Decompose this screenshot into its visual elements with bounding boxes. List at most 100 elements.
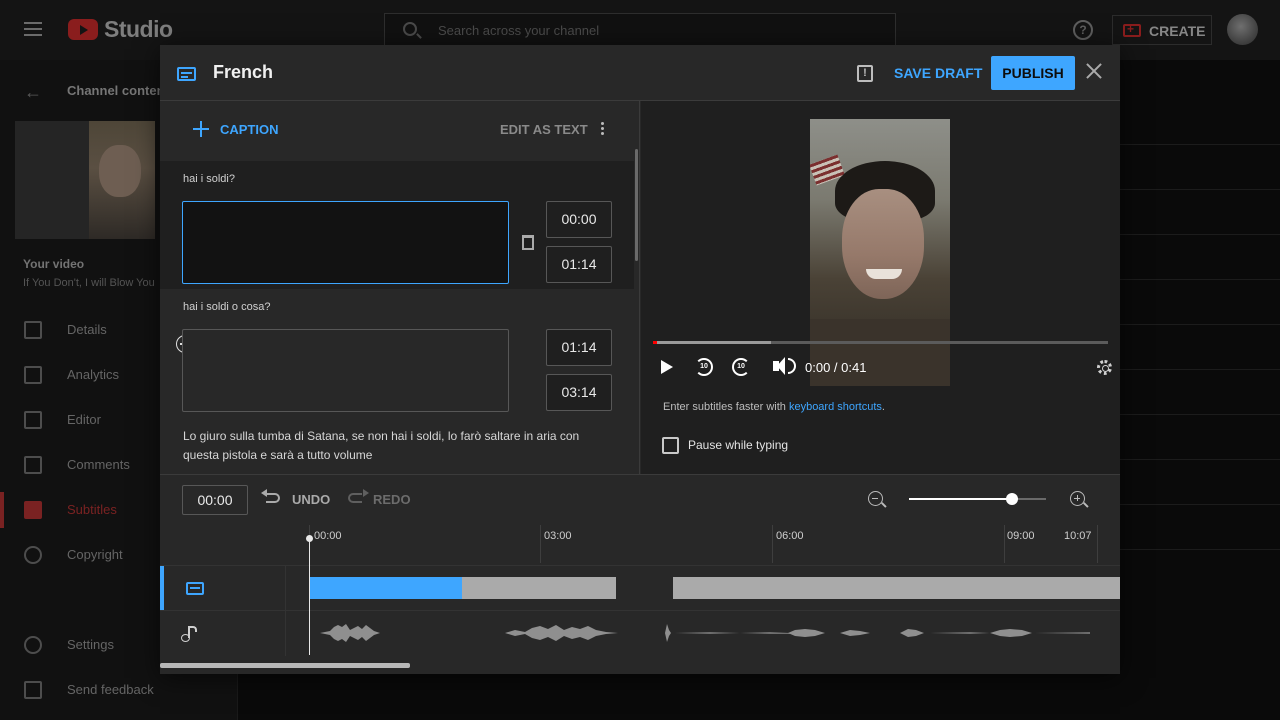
close-icon[interactable] xyxy=(1084,61,1104,81)
background-list-dividers xyxy=(1120,100,1280,700)
report-icon[interactable]: ! xyxy=(857,65,873,82)
music-note-icon xyxy=(181,626,197,642)
editor-scrollbar[interactable] xyxy=(635,149,638,261)
sidebar-item-label: Subtitles xyxy=(67,502,117,517)
publish-button[interactable]: PUBLISH xyxy=(991,56,1075,90)
caption-editor-pane: CAPTION EDIT AS TEXT hai i soldi? 00:00 … xyxy=(160,101,640,474)
sidebar-item-send-feedback[interactable]: Send feedback xyxy=(0,672,238,708)
sidebar-item-label: Settings xyxy=(67,637,114,652)
redo-icon[interactable] xyxy=(348,489,369,503)
sidebar-item-label: Send feedback xyxy=(67,682,154,697)
cue-source-text: hai i soldi? xyxy=(183,173,235,185)
copyright-icon xyxy=(24,546,42,564)
hamburger-menu-icon[interactable] xyxy=(24,22,42,36)
gear-icon xyxy=(24,636,42,654)
studio-logo-text: Studio xyxy=(104,16,173,42)
video-time-display: 0:00 / 0:41 xyxy=(805,360,867,375)
caption-segment[interactable] xyxy=(673,577,1120,599)
editor-icon xyxy=(24,411,42,429)
create-button-label: CREATE xyxy=(1149,23,1206,39)
video-thumbnail[interactable] xyxy=(15,121,155,239)
account-avatar[interactable] xyxy=(1227,14,1258,45)
search-placeholder: Search across your channel xyxy=(438,23,600,38)
cue-end-time[interactable]: 03:14 xyxy=(546,374,612,411)
audio-track xyxy=(160,610,1120,656)
caption-segment[interactable] xyxy=(462,577,616,599)
dialog-title: French xyxy=(213,62,274,82)
caption-timeline: 00:00 UNDO REDO 00:00 03:00 06:00 09:00 … xyxy=(160,474,1120,674)
play-icon[interactable] xyxy=(661,360,673,374)
sidebar-item-label: Copyright xyxy=(67,547,123,562)
timeline-tick-label: 03:00 xyxy=(544,530,572,542)
audio-waveform xyxy=(320,624,1090,642)
video-progress-bar[interactable] xyxy=(653,341,1108,344)
cue-text-input[interactable] xyxy=(182,329,509,412)
zoom-slider-handle[interactable] xyxy=(1005,493,1018,505)
sidebar-item-label: Comments xyxy=(67,457,130,472)
keyboard-shortcuts-link[interactable]: keyboard shortcuts xyxy=(789,401,882,413)
timeline-scrollbar[interactable] xyxy=(160,663,410,668)
pencil-icon xyxy=(24,321,42,339)
video-camera-icon xyxy=(1123,22,1141,37)
cue-source-text: hai i soldi o cosa? xyxy=(183,301,271,313)
edit-as-text-button[interactable]: EDIT AS TEXT xyxy=(500,122,588,137)
zoom-out-icon[interactable] xyxy=(868,491,883,506)
add-icon[interactable] xyxy=(193,121,209,137)
comments-icon xyxy=(24,456,42,474)
caption-segment[interactable] xyxy=(310,577,462,599)
pause-while-typing-checkbox[interactable] xyxy=(662,437,679,454)
shortcut-hint: Enter subtitles faster with keyboard sho… xyxy=(663,401,885,413)
save-draft-button[interactable]: SAVE DRAFT xyxy=(894,65,982,81)
caption-cue: hai i soldi o cosa? 01:14 03:14 xyxy=(160,289,634,424)
subtitles-icon xyxy=(24,501,42,519)
your-video-heading: Your video xyxy=(23,257,85,271)
shortcut-hint-prefix: Enter subtitles faster with xyxy=(663,401,789,413)
subtitles-icon xyxy=(186,582,204,595)
cue-source-text: Lo giuro sulla tumba di Satana, se non h… xyxy=(183,429,580,462)
cue-text-input[interactable] xyxy=(182,201,509,284)
cue-start-time[interactable]: 00:00 xyxy=(546,201,612,238)
timeline-ruler: 00:00 03:00 06:00 09:00 10:07 xyxy=(160,525,1120,565)
search-icon xyxy=(403,22,417,36)
pause-while-typing-label[interactable]: Pause while typing xyxy=(688,438,788,452)
zoom-slider-fill xyxy=(909,498,1012,500)
help-icon[interactable]: ? xyxy=(1073,20,1093,40)
sidebar-item-label: Editor xyxy=(67,412,101,427)
zoom-slider[interactable] xyxy=(909,493,1046,505)
sidebar-item-label: Details xyxy=(67,322,107,337)
video-player[interactable]: 10 10 0:00 / 0:41 xyxy=(641,101,1120,386)
cue-start-time[interactable]: 01:14 xyxy=(546,329,612,366)
gear-icon[interactable] xyxy=(1097,360,1112,375)
undo-button[interactable]: UNDO xyxy=(292,492,330,507)
video-frame xyxy=(810,119,950,386)
volume-icon[interactable] xyxy=(773,357,796,375)
timeline-tick-label: 06:00 xyxy=(776,530,804,542)
forward-10-icon[interactable]: 10 xyxy=(732,358,750,376)
channel-content-link[interactable]: Channel content xyxy=(67,83,169,98)
progress-buffer xyxy=(653,341,771,344)
analytics-icon xyxy=(24,366,42,384)
more-options-icon[interactable] xyxy=(601,122,605,136)
add-caption-button[interactable]: CAPTION xyxy=(220,122,279,137)
subtitles-icon xyxy=(177,67,196,81)
rewind-10-icon[interactable]: 10 xyxy=(695,358,713,376)
back-arrow-icon[interactable]: ← xyxy=(24,82,42,103)
current-time-input[interactable]: 00:00 xyxy=(182,485,248,515)
editor-toolbar: CAPTION EDIT AS TEXT xyxy=(160,101,639,161)
subtitle-track[interactable] xyxy=(160,565,1120,611)
undo-icon[interactable] xyxy=(261,489,280,503)
video-preview-pane: 10 10 0:00 / 0:41 Enter subtitles faster… xyxy=(641,101,1120,474)
audio-track-header xyxy=(160,611,286,656)
zoom-in-icon[interactable] xyxy=(1070,491,1085,506)
dialog-header: French ! SAVE DRAFT PUBLISH xyxy=(160,45,1120,101)
youtube-logo-icon[interactable] xyxy=(68,19,98,40)
timeline-tick-label: 09:00 xyxy=(1007,530,1035,542)
create-button[interactable]: CREATE xyxy=(1112,15,1212,45)
timeline-playhead[interactable] xyxy=(306,535,313,655)
cue-end-time[interactable]: 01:14 xyxy=(546,246,612,283)
timeline-tick-label: 10:07 xyxy=(1064,530,1092,542)
redo-button[interactable]: REDO xyxy=(373,492,411,507)
search-input[interactable]: Search across your channel xyxy=(384,13,896,47)
trash-icon[interactable] xyxy=(522,235,534,250)
sidebar-item-label: Analytics xyxy=(67,367,120,382)
